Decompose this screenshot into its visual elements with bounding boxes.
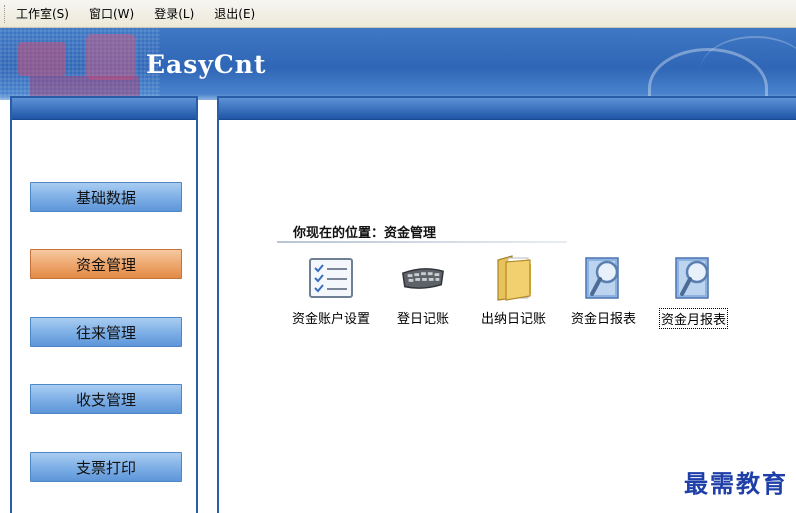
app-title: EasyCnt (146, 50, 267, 79)
sidebar: 基础数据 资金管理 往来管理 收支管理 支票打印 (10, 96, 198, 513)
checklist-icon (307, 254, 355, 302)
sidebar-item-fund-management[interactable]: 资金管理 (30, 249, 182, 279)
func-cashier-journal[interactable]: 出纳日记账 (480, 254, 547, 327)
func-fund-account-settings[interactable]: 资金账户设置 (291, 254, 371, 327)
banner-arc (700, 36, 796, 100)
menubar-grip (4, 4, 7, 23)
magnifier-report-icon (580, 254, 628, 302)
keyboard-icon (399, 254, 447, 302)
banner-decoration (18, 42, 66, 76)
menu-item-login[interactable]: 登录(L) (151, 3, 197, 24)
func-fund-daily-report[interactable]: 资金日报表 (570, 254, 637, 327)
func-daily-journal-entry[interactable]: 登日记账 (396, 254, 450, 327)
magnifier-report-icon (670, 254, 718, 302)
breadcrumb: 你现在的位置：资金管理 (293, 226, 437, 241)
menu-item-studio[interactable]: 工作室(S) (13, 3, 72, 24)
sidebar-item-check-printing[interactable]: 支票打印 (30, 452, 182, 482)
func-label: 出纳日记账 (481, 312, 547, 327)
func-label: 资金日报表 (571, 312, 637, 327)
watermark: 最需教育 (684, 469, 788, 498)
func-label: 资金月报表 (659, 308, 729, 329)
breadcrumb-underline (277, 241, 567, 243)
sidebar-item-account-management[interactable]: 往来管理 (30, 317, 182, 347)
menu-item-window[interactable]: 窗口(W) (86, 3, 137, 24)
app-banner: EasyCnt (0, 28, 796, 100)
func-fund-monthly-report[interactable]: 资金月报表 (659, 254, 729, 329)
main-panel: 你现在的位置：资金管理 资金账户设置 登日记账 出纳日记账 资金日报表 资金月报… (217, 96, 796, 513)
sidebar-item-basic-data[interactable]: 基础数据 (30, 182, 182, 212)
sidebar-header (12, 98, 196, 120)
menu-item-exit[interactable]: 退出(E) (211, 3, 258, 24)
func-label: 资金账户设置 (292, 312, 371, 327)
folder-icon (490, 254, 538, 302)
banner-decoration (86, 34, 136, 80)
func-label: 登日记账 (397, 312, 450, 327)
menu-bar: 工作室(S) 窗口(W) 登录(L) 退出(E) (0, 0, 796, 28)
main-panel-header (219, 98, 796, 120)
sidebar-item-income-expense[interactable]: 收支管理 (30, 384, 182, 414)
